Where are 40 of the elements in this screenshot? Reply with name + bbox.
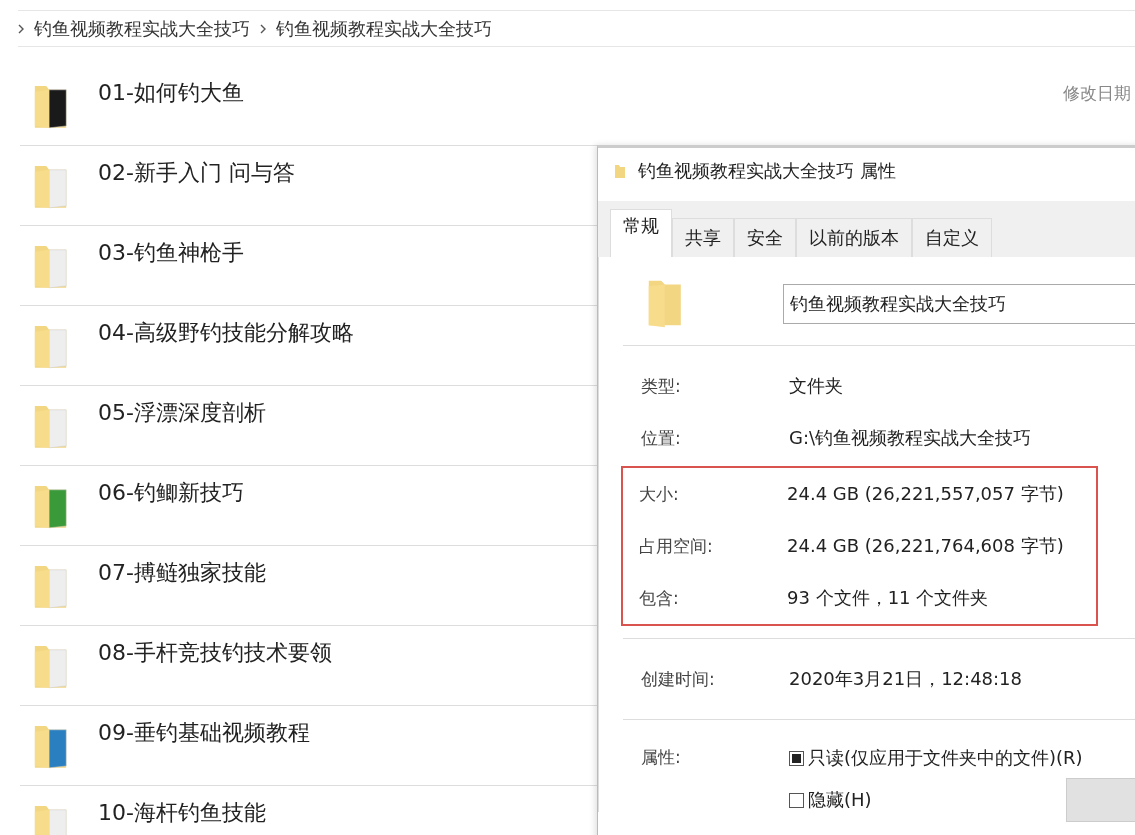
property-value: 2020年3月21日，12:48:18 bbox=[789, 667, 1022, 691]
name-field[interactable]: 钓鱼视频教程实战大全技巧 bbox=[782, 284, 1135, 324]
breadcrumb-item[interactable]: 钓鱼视频教程实战大全技巧 bbox=[276, 16, 492, 41]
folder-name[interactable]: 01-如何钓大鱼 bbox=[98, 78, 244, 108]
folder-icon bbox=[614, 162, 626, 179]
folder-name[interactable]: 09-垂钓基础视频教程 bbox=[98, 718, 310, 748]
tab[interactable]: 安全 bbox=[734, 218, 796, 257]
tab[interactable]: 常规 bbox=[610, 209, 672, 257]
folder-name[interactable]: 05-浮漂深度剖析 bbox=[98, 398, 266, 428]
chevron-icon bbox=[260, 23, 266, 34]
folder-name[interactable]: 08-手杆竞技钓技术要领 bbox=[98, 638, 332, 668]
property-label: 创建时间: bbox=[641, 667, 716, 691]
tab[interactable]: 以前的版本 bbox=[796, 218, 912, 257]
checkbox-label: 只读(仅应用于文件夹中的文件)(R) bbox=[808, 746, 1083, 770]
property-value: 24.4 GB (26,221,764,608 字节) bbox=[787, 534, 1064, 558]
property-label: 大小: bbox=[639, 482, 680, 506]
property-label: 属性: bbox=[641, 746, 682, 769]
property-label: 包含: bbox=[639, 586, 680, 610]
breadcrumb-item[interactable]: 钓鱼视频教程实战大全技巧 bbox=[34, 16, 250, 41]
column-header[interactable]: 修改日期 bbox=[1063, 82, 1131, 105]
property-label: 类型: bbox=[641, 374, 682, 398]
property-value: 93 个文件，11 个文件夹 bbox=[787, 586, 989, 610]
folder-name[interactable]: 03-钓鱼神枪手 bbox=[98, 238, 244, 268]
checkbox[interactable] bbox=[789, 750, 804, 766]
checkbox[interactable] bbox=[789, 792, 804, 808]
property-value: G:\钓鱼视频教程实战大全技巧 bbox=[789, 426, 1032, 450]
window-title: 钓鱼视频教程实战大全技巧 属性 bbox=[638, 158, 896, 183]
tab[interactable]: 共享 bbox=[672, 218, 734, 257]
property-label: 占用空间: bbox=[639, 534, 714, 558]
folder-name[interactable]: 02-新手入门 问与答 bbox=[98, 158, 295, 188]
property-value: 文件夹 bbox=[789, 374, 843, 398]
property-value: 24.4 GB (26,221,557,057 字节) bbox=[787, 482, 1064, 506]
property-label: 位置: bbox=[641, 426, 682, 450]
folder-name[interactable]: 10-海杆钓鱼技能 bbox=[98, 798, 266, 828]
folder-name[interactable]: 06-钓鲫新技巧 bbox=[98, 478, 244, 508]
folder-name[interactable]: 07-搏鲢独家技能 bbox=[98, 558, 266, 588]
tab[interactable]: 自定义 bbox=[912, 218, 992, 257]
checkbox-label: 隐藏(H) bbox=[808, 788, 872, 812]
folder-name[interactable]: 04-高级野钓技能分解攻略 bbox=[98, 318, 354, 348]
chevron-icon bbox=[18, 23, 24, 34]
